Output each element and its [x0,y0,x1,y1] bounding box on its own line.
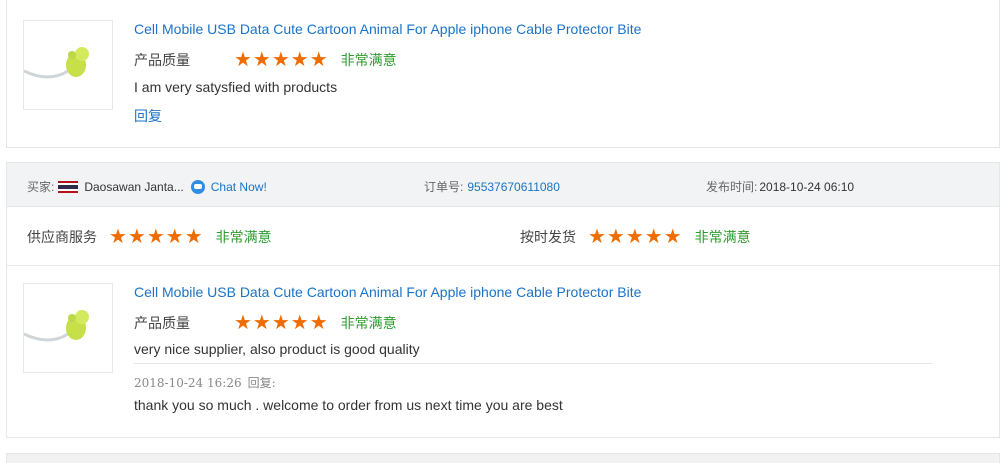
reply-label: 回复: [247,376,276,390]
quality-label: 产品质量 [134,52,190,68]
satisfaction-text: 非常满意 [694,229,751,245]
review-card: Cell Mobile USB Data Cute Cartoon Animal… [6,0,1000,148]
chat-icon[interactable] [190,179,205,194]
reply-time: 2018-10-24 16:26 [134,376,242,390]
product-quality-rating: 产品质量 ★★★★★ 非常满意 [134,50,397,70]
quality-label: 产品质量 [134,315,190,331]
five-stars-icon: ★★★★★ [109,226,204,248]
next-review-header [6,453,1000,463]
supplier-service-rating: 供应商服务 ★★★★★ 非常满意 [27,227,272,247]
service-ratings: 供应商服务 ★★★★★ 非常满意 按时发货 ★★★★★ 非常满意 [7,207,999,266]
post-time: 发布时间: 2018-10-24 06:10 [706,178,854,195]
five-stars-icon: ★★★★★ [234,49,329,71]
satisfaction-text: 非常满意 [340,52,397,68]
supplier-service-label: 供应商服务 [27,229,97,245]
seller-reply-meta: 2018-10-24 16:26 回复: [134,374,276,391]
product-title-link[interactable]: Cell Mobile USB Data Cute Cartoon Animal… [134,284,641,300]
on-time-delivery-rating: 按时发货 ★★★★★ 非常满意 [520,227,751,247]
five-stars-icon: ★★★★★ [588,226,683,248]
review-comment: I am very satysfied with products [134,79,338,95]
order-number-link[interactable]: 95537670611080 [467,180,560,194]
cable-bite-image [24,47,89,79]
buyer-name: Daosawan Janta... [84,179,184,194]
review-header: 买家: Daosawan Janta... Chat Now! 订单号: 9553… [7,163,999,207]
product-quality-rating: 产品质量 ★★★★★ 非常满意 [134,313,397,333]
product-title-link[interactable]: Cell Mobile USB Data Cute Cartoon Animal… [134,21,641,37]
product-thumbnail[interactable] [23,20,113,110]
five-stars-icon: ★★★★★ [234,312,329,334]
satisfaction-text: 非常满意 [215,229,272,245]
review-card: 买家: Daosawan Janta... Chat Now! 订单号: 9553… [6,162,1000,438]
buyer-info: 买家: Daosawan Janta... Chat Now! [27,178,267,195]
divider [134,363,932,364]
cable-bite-image [24,310,89,342]
post-time-label: 发布时间: [706,180,758,194]
thailand-flag-icon [58,180,79,193]
buyer-label: 买家: [27,180,55,194]
order-label: 订单号: [424,180,464,194]
satisfaction-text: 非常满意 [340,315,397,331]
chat-now-link[interactable]: Chat Now! [211,180,267,194]
on-time-label: 按时发货 [520,229,576,245]
reply-link[interactable]: 回复 [134,106,162,126]
product-thumbnail[interactable] [23,283,113,373]
order-info: 订单号: 95537670611080 [424,178,560,195]
post-time-value: 2018-10-24 06:10 [759,180,855,194]
review-comment: very nice supplier, also product is good… [134,341,420,357]
seller-reply-text: thank you so much . welcome to order fro… [134,397,563,413]
